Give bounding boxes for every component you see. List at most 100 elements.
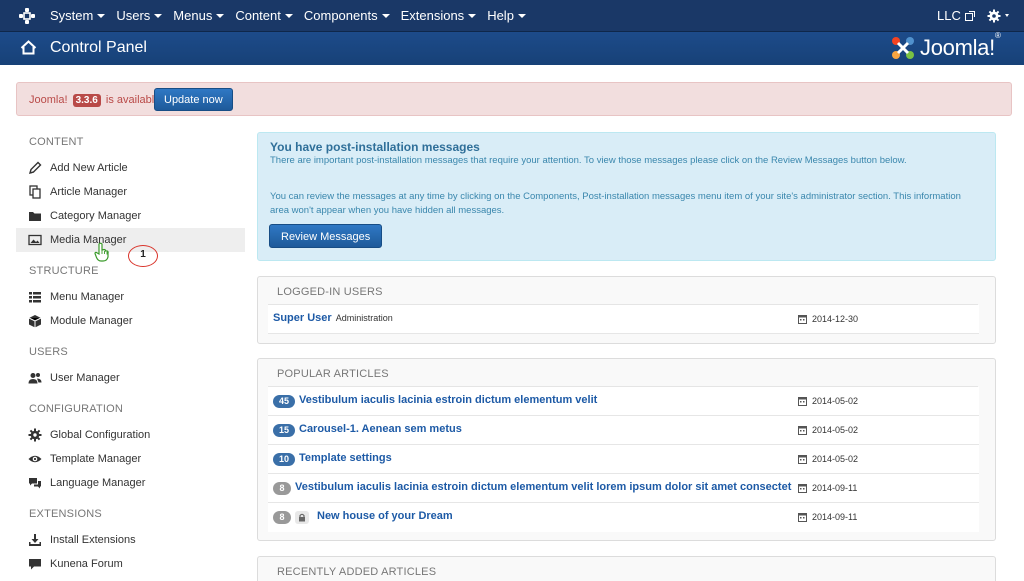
sidebar-item-user-manager[interactable]: User Manager: [16, 366, 245, 390]
sidebar-item-module-manager[interactable]: Module Manager: [16, 309, 245, 333]
pencil-icon: [28, 161, 42, 175]
menu-system[interactable]: System: [50, 0, 113, 32]
row-date: 2014-05-02: [812, 425, 859, 435]
row-date: 2014-09-11: [812, 483, 858, 493]
update-message: Joomla! 3.3.6 is available:: [29, 94, 164, 107]
image-icon: [28, 234, 42, 246]
main-menu: System Users Menus Content Components Ex…: [50, 0, 537, 32]
joomla-brand-logo-icon: [892, 37, 914, 59]
article-link[interactable]: Template settings: [299, 452, 392, 464]
hits-badge: 10: [273, 453, 295, 466]
caret-down-icon: [154, 13, 163, 18]
external-link-icon: [964, 11, 975, 21]
calendar-icon: [798, 513, 807, 522]
home-icon: [20, 40, 37, 55]
recently-added-heading: RECENTLY ADDED ARTICLES: [277, 566, 437, 578]
hits-badge: 8: [273, 482, 291, 495]
menu-users[interactable]: Users: [116, 0, 170, 32]
page-header: Control Panel Joomla!®: [0, 31, 1024, 65]
caret-down-icon: [284, 13, 293, 18]
annotation-number: 1: [140, 249, 146, 260]
hits-badge: 8: [273, 511, 291, 524]
popular-articles-module: POPULAR ARTICLES 45 Vestibulum iaculis l…: [257, 358, 996, 541]
sidebar-item-kunena-forum[interactable]: Kunena Forum: [16, 552, 245, 576]
table-row: 8 New house of your Dream 2014-09-11: [268, 503, 979, 532]
calendar-icon: [798, 484, 807, 493]
hand-pointer-cursor-icon: [94, 242, 109, 262]
update-now-button[interactable]: Update now: [154, 88, 233, 111]
sidebar-item-template-manager[interactable]: Template Manager: [16, 447, 245, 471]
table-row: Super User Administration 2014-12-30: [268, 305, 979, 334]
calendar-icon: [798, 426, 807, 435]
joomla-brand: Joomla!®: [890, 31, 1001, 62]
top-navbar: System Users Menus Content Components Ex…: [0, 0, 1024, 32]
sidebar-heading-configuration: CONFIGURATION: [29, 403, 124, 415]
brand-registered-mark: ®: [994, 31, 1001, 40]
table-row: 8 Vestibulum iaculis lacinia estroin dic…: [268, 474, 979, 503]
list-icon: [29, 292, 41, 303]
caret-down-icon: [468, 13, 477, 18]
users-icon: [28, 373, 42, 384]
menu-extensions[interactable]: Extensions: [401, 0, 485, 32]
postinstall-text-1: There are important post-installation me…: [270, 155, 907, 166]
gear-icon: [28, 428, 42, 442]
recently-added-articles-module: RECENTLY ADDED ARTICLES: [257, 556, 996, 581]
table-row: 45 Vestibulum iaculis lacinia estroin di…: [268, 387, 979, 416]
article-link[interactable]: Vestibulum iaculis lacinia estroin dictu…: [299, 394, 597, 406]
article-link[interactable]: Vestibulum iaculis lacinia estroin dictu…: [295, 481, 791, 493]
user-settings-gear-icon[interactable]: [987, 8, 1015, 24]
row-date: 2014-09-11: [812, 512, 858, 522]
comments-icon: [29, 478, 41, 489]
logged-in-users-module: LOGGED-IN USERS Super User Administration…: [257, 276, 996, 344]
postinstall-title: You have post-installation messages: [270, 140, 480, 154]
table-row: 15 Carousel-1. Aenean sem metus 2014-05-…: [268, 416, 979, 445]
version-badge: 3.3.6: [72, 94, 101, 107]
menu-components[interactable]: Components: [304, 0, 398, 32]
hits-badge: 15: [273, 424, 295, 437]
row-date: 2014-05-02: [812, 396, 859, 406]
sidebar-item-language-manager[interactable]: Language Manager: [16, 471, 245, 495]
caret-down-icon: [517, 13, 526, 18]
caret-down-icon: [216, 13, 225, 18]
sidebar-heading-structure: STRUCTURE: [29, 265, 99, 277]
update-alert: Joomla! 3.3.6 is available: Update now: [16, 82, 1012, 116]
download-icon: [29, 534, 41, 546]
logged-in-user-link[interactable]: Super User Administration: [273, 312, 393, 324]
sidebar-item-menu-manager[interactable]: Menu Manager: [16, 285, 245, 309]
lock-icon: [295, 511, 309, 524]
brand-name: Joomla!: [920, 35, 995, 60]
popular-articles-heading: POPULAR ARTICLES: [277, 368, 389, 380]
review-messages-button[interactable]: Review Messages: [269, 224, 383, 248]
site-preview-link[interactable]: LLC: [937, 0, 975, 32]
calendar-icon: [798, 455, 807, 464]
cube-icon: [28, 315, 42, 328]
hits-badge: 45: [273, 395, 295, 408]
caret-down-icon: [97, 13, 106, 18]
copy-icon: [29, 185, 41, 199]
row-date: 2014-12-30: [812, 314, 859, 324]
menu-help[interactable]: Help: [487, 0, 534, 32]
sidebar-item-install-extensions[interactable]: Install Extensions: [16, 528, 245, 552]
menu-content[interactable]: Content: [235, 0, 301, 32]
sidebar-item-global-configuration[interactable]: Global Configuration: [16, 423, 245, 447]
article-link[interactable]: Carousel-1. Aenean sem metus: [299, 423, 462, 435]
caret-down-icon: [381, 13, 390, 18]
article-link[interactable]: New house of your Dream: [317, 510, 453, 522]
sidebar-item-add-new-article[interactable]: Add New Article: [16, 156, 245, 180]
sidebar-item-article-manager[interactable]: Article Manager: [16, 180, 245, 204]
calendar-icon: [798, 397, 807, 406]
postinstall-text-2: You can review the messages at any time …: [270, 191, 961, 216]
table-row: 10 Template settings 2014-05-02: [268, 445, 979, 474]
sidebar-heading-users: USERS: [29, 346, 68, 358]
sidebar-item-category-manager[interactable]: Category Manager: [16, 204, 245, 228]
user-area: Administration: [335, 313, 393, 323]
row-date: 2014-05-02: [812, 454, 859, 464]
logged-in-users-heading: LOGGED-IN USERS: [277, 286, 383, 298]
folder-icon: [29, 212, 41, 221]
joomla-logo-icon[interactable]: [18, 7, 36, 25]
sidebar-heading-extensions: EXTENSIONS: [29, 508, 102, 520]
calendar-icon: [798, 315, 807, 324]
comment-icon: [29, 559, 41, 570]
postinstall-messages-panel: You have post-installation messages Ther…: [257, 132, 996, 261]
menu-menus[interactable]: Menus: [173, 0, 232, 32]
